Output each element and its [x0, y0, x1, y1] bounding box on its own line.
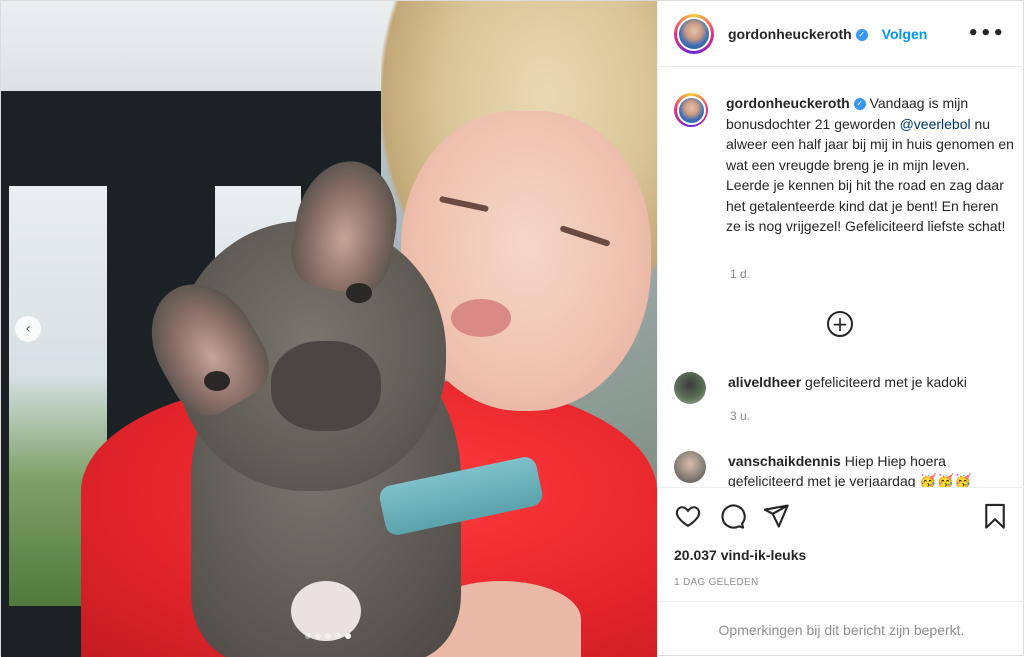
comment-icon — [721, 504, 746, 529]
load-more-comments-button[interactable]: + — [827, 311, 853, 337]
share-icon — [763, 504, 789, 528]
caption-story-ring[interactable] — [674, 93, 708, 127]
photo-dog — [130, 153, 545, 657]
more-options-button[interactable]: ••• — [967, 23, 1005, 44]
caption-time[interactable]: 1 d. — [730, 267, 750, 281]
comment-item: vanschaikdennis Hiep Hiep hoera gefelici… — [674, 451, 1014, 487]
dog-eye-left — [204, 371, 230, 391]
comment-item: aliveldheer gefeliciteerd met je kadoki — [674, 372, 1014, 404]
caption-mention-link[interactable]: @veerlebol — [900, 116, 971, 132]
carousel-dots — [305, 633, 351, 639]
likes-count[interactable]: 20.037 vind-ik-leuks — [674, 547, 806, 563]
comment-text: aliveldheer gefeliciteerd met je kadoki — [728, 372, 967, 404]
carousel-dot[interactable] — [335, 633, 341, 639]
dog-snout — [271, 341, 381, 431]
comment-text: vanschaikdennis Hiep Hiep hoera gefelici… — [728, 451, 1014, 487]
comment-body: gefeliciteerd met je kadoki — [805, 374, 967, 390]
comment-time[interactable]: 3 u. — [730, 409, 750, 423]
comment-username[interactable]: vanschaikdennis — [728, 453, 841, 469]
post-modal: ‹ gordonheuckeroth ✓ Volgen ••• gordonhe… — [0, 0, 1024, 657]
carousel-dot[interactable] — [305, 633, 311, 639]
header-user: gordonheuckeroth ✓ — [728, 26, 868, 42]
comment-username[interactable]: aliveldheer — [728, 374, 801, 390]
comment-button[interactable] — [718, 502, 746, 530]
chevron-left-icon: ‹ — [25, 321, 31, 337]
comments-restricted-notice: Opmerkingen bij dit bericht zijn beperkt… — [658, 601, 1024, 657]
dog-eye-right — [346, 283, 372, 303]
caption-text: gordonheuckeroth ✓ Vandaag is mijn bonusd… — [726, 93, 1014, 237]
comment-avatar[interactable] — [674, 372, 706, 404]
dog-head — [130, 153, 446, 491]
dog-chest-patch — [291, 581, 361, 641]
header-username[interactable]: gordonheuckeroth — [728, 26, 852, 42]
like-button[interactable] — [674, 502, 702, 530]
post-timestamp[interactable]: 1 DAG GELEDEN — [674, 577, 758, 588]
caption-avatar[interactable] — [676, 95, 706, 125]
heart-icon — [675, 506, 701, 528]
bookmark-icon — [985, 503, 1005, 529]
plus-circle-icon: + — [831, 312, 849, 336]
comments-list[interactable]: gordonheuckeroth ✓ Vandaag is mijn bonusd… — [658, 67, 1024, 487]
save-button[interactable] — [981, 502, 1009, 530]
post-header: gordonheuckeroth ✓ Volgen ••• — [658, 1, 1024, 67]
avatar[interactable] — [677, 16, 711, 51]
post-caption: gordonheuckeroth ✓ Vandaag is mijn bonusd… — [674, 93, 1014, 237]
dog-ear-left — [130, 264, 282, 428]
verified-badge-icon: ✓ — [855, 28, 868, 41]
follow-button[interactable]: Volgen — [882, 26, 928, 42]
caption-username[interactable]: gordonheuckeroth — [726, 95, 850, 111]
carousel-dot-active[interactable] — [345, 633, 351, 639]
share-button[interactable] — [762, 502, 790, 530]
verified-badge-icon: ✓ — [853, 98, 866, 111]
action-bar — [658, 487, 1024, 547]
story-ring[interactable] — [674, 13, 714, 54]
comment-avatar[interactable] — [674, 451, 706, 483]
post-sidebar: gordonheuckeroth ✓ Volgen ••• gordonheuck… — [657, 1, 1024, 657]
carousel-prev-button[interactable]: ‹ — [15, 316, 41, 342]
caption-body-2: nu alweer een half jaar bij mij in huis … — [726, 115, 1014, 235]
post-photo[interactable]: ‹ — [1, 1, 657, 657]
carousel-dot[interactable] — [325, 633, 331, 639]
carousel-dot[interactable] — [315, 633, 321, 639]
